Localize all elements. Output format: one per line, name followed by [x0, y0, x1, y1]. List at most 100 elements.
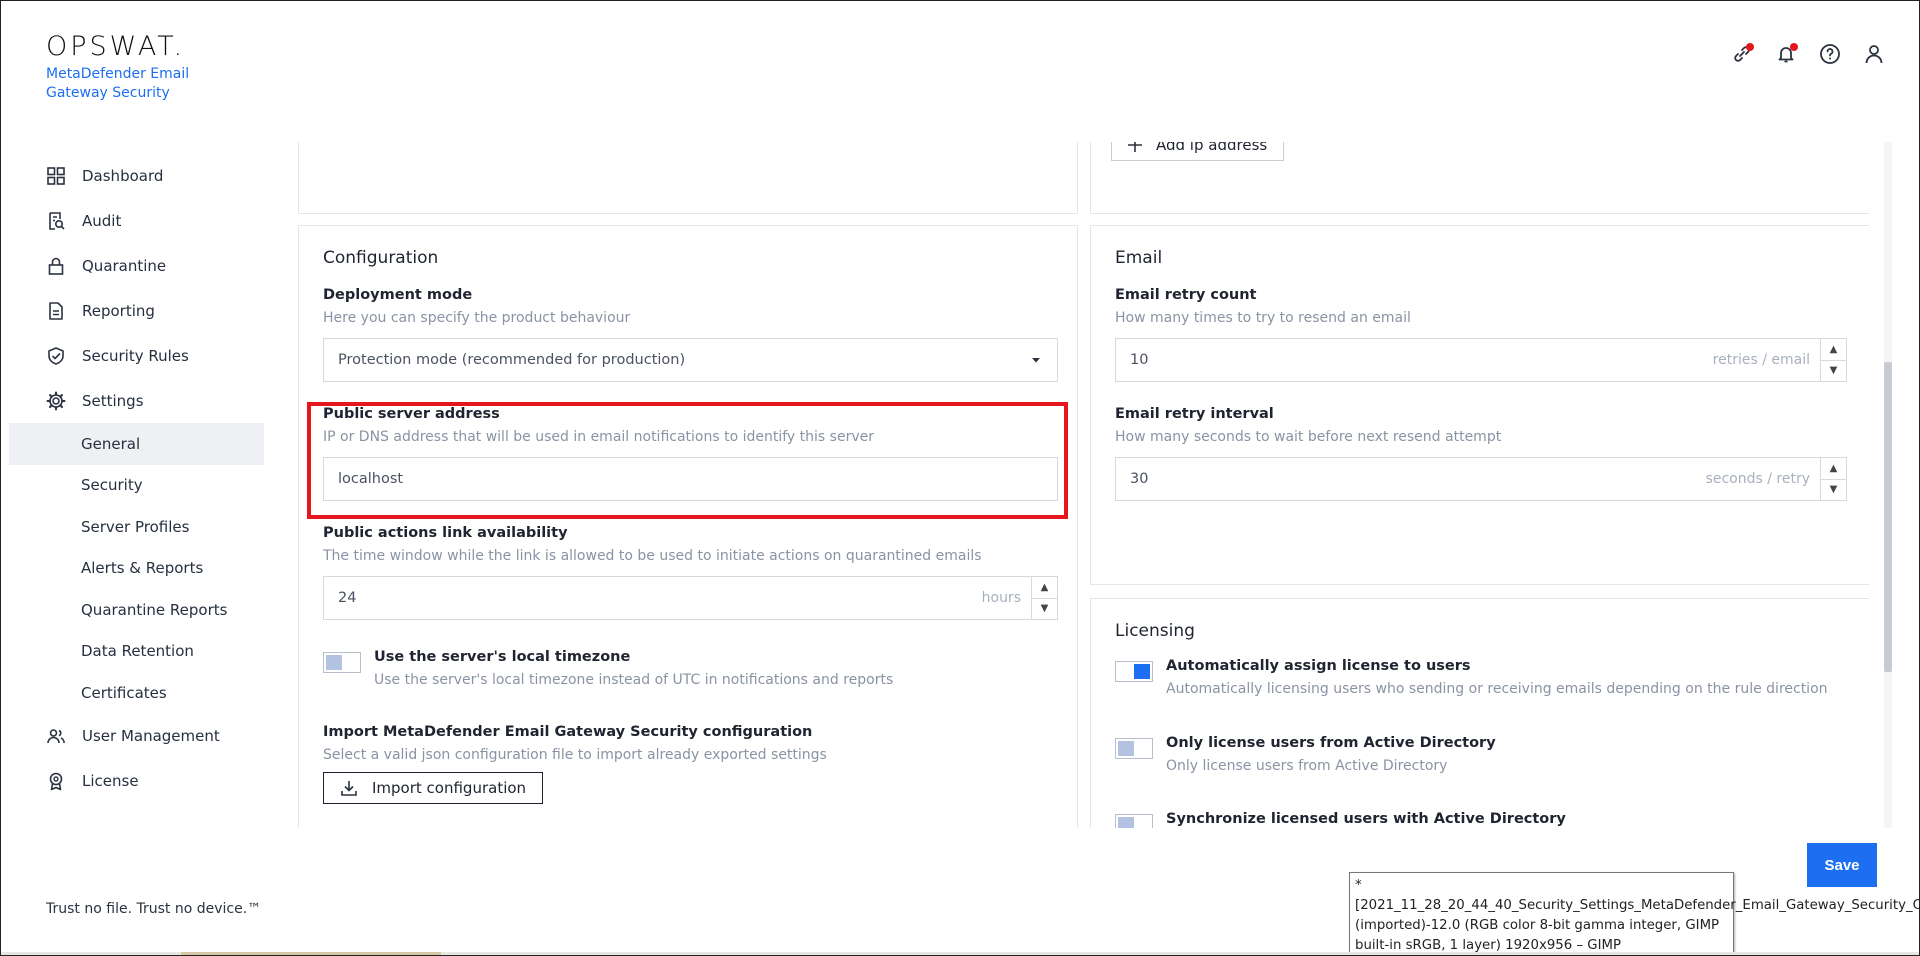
- sidebar-nav: Dashboard Audit Quarantine Reporting Sec…: [9, 153, 264, 804]
- users-icon: [46, 726, 66, 746]
- email-retry-interval-value: 30: [1130, 471, 1149, 487]
- configuration-card: Configuration Deployment mode Here you c…: [298, 225, 1078, 828]
- decrement-button[interactable]: ▼: [1032, 599, 1057, 620]
- local-timezone-label: Use the server's local timezone: [374, 649, 631, 665]
- public-link-unit: hours: [981, 590, 1021, 606]
- email-retry-count-label: Email retry count: [1115, 287, 1257, 303]
- email-title: Email: [1115, 248, 1163, 268]
- settings-sub-server-profiles[interactable]: Server Profiles: [9, 506, 264, 548]
- taskbar-segment: [181, 952, 441, 955]
- gear-icon: [46, 391, 66, 411]
- email-retry-interval-label: Email retry interval: [1115, 406, 1274, 422]
- top-left-card: [298, 142, 1078, 214]
- link-notification-dot: [1746, 43, 1754, 51]
- sidebar-item-label: Reporting: [82, 301, 155, 320]
- public-link-value: 24: [338, 590, 357, 606]
- increment-button[interactable]: ▲: [1821, 339, 1846, 361]
- app-window: OPSWAT. MetaDefender Email Gateway Secur…: [0, 0, 1920, 956]
- ad-only-license-label: Only license users from Active Directory: [1166, 735, 1496, 751]
- product-name: MetaDefender Email Gateway Security: [46, 66, 190, 101]
- deployment-mode-help: Here you can specify the product behavio…: [323, 310, 631, 326]
- highlight-box: [307, 402, 1068, 519]
- local-timezone-toggle[interactable]: [323, 652, 361, 673]
- settings-sub-security[interactable]: Security: [9, 465, 264, 507]
- tagline: Trust no file. Trust no device.™: [46, 901, 262, 917]
- sidebar-item-license[interactable]: License: [9, 759, 264, 804]
- email-retry-count-unit: retries / email: [1712, 352, 1810, 368]
- email-retry-interval-stepper[interactable]: ▲ ▼: [1820, 458, 1846, 500]
- email-retry-interval-unit: seconds / retry: [1705, 471, 1810, 487]
- plus-icon: [1128, 142, 1142, 152]
- public-link-stepper[interactable]: ▲ ▼: [1031, 577, 1057, 619]
- header-actions: [1729, 41, 1887, 67]
- sidebar-item-user-management[interactable]: User Management: [9, 714, 264, 759]
- sidebar-item-label: User Management: [82, 727, 220, 745]
- lock-icon: [46, 256, 66, 276]
- sidebar-item-label: Security Rules: [82, 346, 189, 365]
- save-button[interactable]: Save: [1807, 843, 1877, 887]
- sidebar-item-label: Quarantine: [82, 256, 167, 275]
- deployment-mode-select[interactable]: Protection mode (recommended for product…: [323, 338, 1058, 382]
- content-scrollbar[interactable]: [1884, 142, 1892, 828]
- email-retry-count-stepper[interactable]: ▲ ▼: [1820, 339, 1846, 381]
- user-icon: [1865, 45, 1883, 64]
- sidebar-item-label: Audit: [82, 211, 122, 230]
- sidebar-item-settings[interactable]: Settings: [9, 378, 264, 423]
- import-configuration-button[interactable]: Import configuration: [323, 772, 544, 804]
- settings-sub-general[interactable]: General: [9, 423, 264, 465]
- configuration-title: Configuration: [323, 248, 439, 268]
- ad-only-license-help: Only license users from Active Directory: [1166, 758, 1448, 774]
- add-ip-label: Add ip address: [1156, 142, 1268, 154]
- shield-check-icon: [46, 346, 66, 366]
- settings-sub-alerts-reports[interactable]: Alerts & Reports: [9, 548, 264, 590]
- email-retry-interval-input[interactable]: 30 seconds / retry ▲ ▼: [1115, 457, 1847, 501]
- sidebar-item-label: Settings: [82, 391, 144, 410]
- auto-assign-license-toggle[interactable]: [1115, 661, 1153, 682]
- audit-icon: [46, 211, 66, 231]
- deployment-mode-value: Protection mode (recommended for product…: [338, 352, 686, 368]
- decrement-button[interactable]: ▼: [1821, 480, 1846, 501]
- link-notification-button[interactable]: [1729, 41, 1755, 67]
- ad-only-license-toggle[interactable]: [1115, 738, 1153, 759]
- email-retry-count-help: How many times to try to resend an email: [1115, 310, 1411, 326]
- import-config-help: Select a valid json configuration file t…: [323, 747, 827, 763]
- auto-assign-license-label: Automatically assign license to users: [1166, 658, 1471, 674]
- award-icon: [46, 771, 66, 791]
- add-ip-address-button[interactable]: Add ip address: [1111, 142, 1285, 161]
- grid-icon: [46, 166, 66, 186]
- document-icon: [46, 301, 66, 321]
- email-retry-count-value: 10: [1130, 352, 1149, 368]
- sidebar-item-audit[interactable]: Audit: [9, 198, 264, 243]
- help-button[interactable]: [1817, 41, 1843, 67]
- licensing-title: Licensing: [1115, 621, 1195, 641]
- public-link-hours-input[interactable]: 24 hours ▲ ▼: [323, 576, 1058, 620]
- sidebar-item-security-rules[interactable]: Security Rules: [9, 333, 264, 378]
- top-right-card: Add ip address: [1090, 142, 1869, 214]
- notifications-button[interactable]: [1773, 41, 1799, 67]
- import-configuration-label: Import configuration: [372, 779, 527, 797]
- settings-sub-data-retention[interactable]: Data Retention: [9, 631, 264, 673]
- sidebar-item-quarantine[interactable]: Quarantine: [9, 243, 264, 288]
- help-icon: [1820, 44, 1840, 64]
- toggle-knob: [1118, 741, 1134, 756]
- notification-dot: [1790, 43, 1798, 51]
- user-profile-button[interactable]: [1861, 41, 1887, 67]
- sidebar-item-label: Dashboard: [82, 166, 164, 185]
- toggle-knob: [1134, 664, 1150, 679]
- public-link-help: The time window while the link is allowe…: [323, 548, 982, 564]
- email-retry-interval-help: How many seconds to wait before next res…: [1115, 429, 1502, 445]
- email-card: Email Email retry count How many times t…: [1090, 225, 1869, 585]
- sidebar-item-reporting[interactable]: Reporting: [9, 288, 264, 333]
- increment-button[interactable]: ▲: [1032, 577, 1057, 599]
- taskbar-strip: [1, 952, 1919, 955]
- scrollbar-thumb[interactable]: [1884, 362, 1892, 672]
- decrement-button[interactable]: ▼: [1821, 361, 1846, 382]
- settings-sub-certificates[interactable]: Certificates: [9, 672, 264, 714]
- email-retry-count-input[interactable]: 10 retries / email ▲ ▼: [1115, 338, 1847, 382]
- sidebar-item-dashboard[interactable]: Dashboard: [9, 153, 264, 198]
- settings-sub-quarantine-reports[interactable]: Quarantine Reports: [9, 589, 264, 631]
- sync-ad-toggle[interactable]: [1115, 814, 1153, 828]
- increment-button[interactable]: ▲: [1821, 458, 1846, 480]
- import-config-label: Import MetaDefender Email Gateway Securi…: [323, 724, 813, 740]
- sync-ad-label: Synchronize licensed users with Active D…: [1166, 811, 1566, 827]
